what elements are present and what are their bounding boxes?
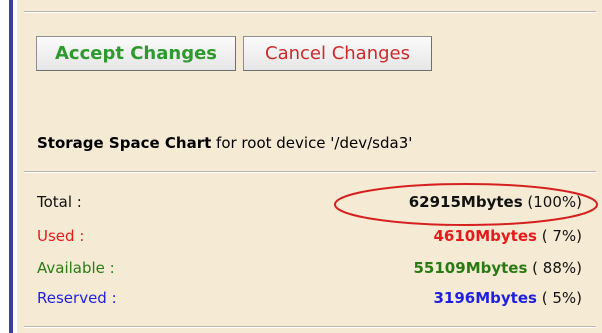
used-label: Used : <box>37 227 85 245</box>
accept-changes-button[interactable]: Accept Changes <box>36 36 236 71</box>
reserved-unit: Mbytes <box>475 289 537 307</box>
storage-row-total: Total : 62915Mbytes (100%) <box>37 193 582 217</box>
used-amount: 4610 <box>433 227 476 245</box>
storage-chart-title-device: for root device '/dev/sda3' <box>211 134 413 152</box>
reserved-value: 3196Mbytes ( 5%) <box>433 289 582 307</box>
total-percent: (100%) <box>522 193 582 211</box>
used-value: 4610Mbytes ( 7%) <box>433 227 582 245</box>
total-unit: Mbytes <box>460 193 523 211</box>
available-label: Available : <box>37 259 115 277</box>
total-label: Total : <box>37 193 82 211</box>
chart-divider <box>24 171 596 172</box>
available-amount: 55109 <box>413 259 466 277</box>
storage-row-reserved: Reserved : 3196Mbytes ( 5%) <box>37 289 582 313</box>
total-amount: 62915 <box>408 193 461 211</box>
bottom-divider <box>24 326 596 327</box>
used-unit: Mbytes <box>475 227 537 245</box>
total-value: 62915Mbytes (100%) <box>409 193 582 211</box>
top-divider <box>24 11 596 12</box>
available-value: 55109Mbytes ( 88%) <box>414 259 583 277</box>
reserved-label: Reserved : <box>37 289 117 307</box>
reserved-percent: ( 5%) <box>536 289 582 307</box>
storage-row-used: Used : 4610Mbytes ( 7%) <box>37 227 582 251</box>
storage-chart-title: Storage Space Chart for root device '/de… <box>37 134 412 152</box>
available-unit: Mbytes <box>465 259 528 277</box>
reserved-amount: 3196 <box>433 289 476 307</box>
used-percent: ( 7%) <box>536 227 582 245</box>
left-accent-bar <box>9 0 13 333</box>
available-percent: ( 88%) <box>527 259 582 277</box>
storage-row-available: Available : 55109Mbytes ( 88%) <box>37 259 582 283</box>
cancel-changes-button[interactable]: Cancel Changes <box>243 36 432 71</box>
storage-chart-title-bold: Storage Space Chart <box>37 134 212 152</box>
